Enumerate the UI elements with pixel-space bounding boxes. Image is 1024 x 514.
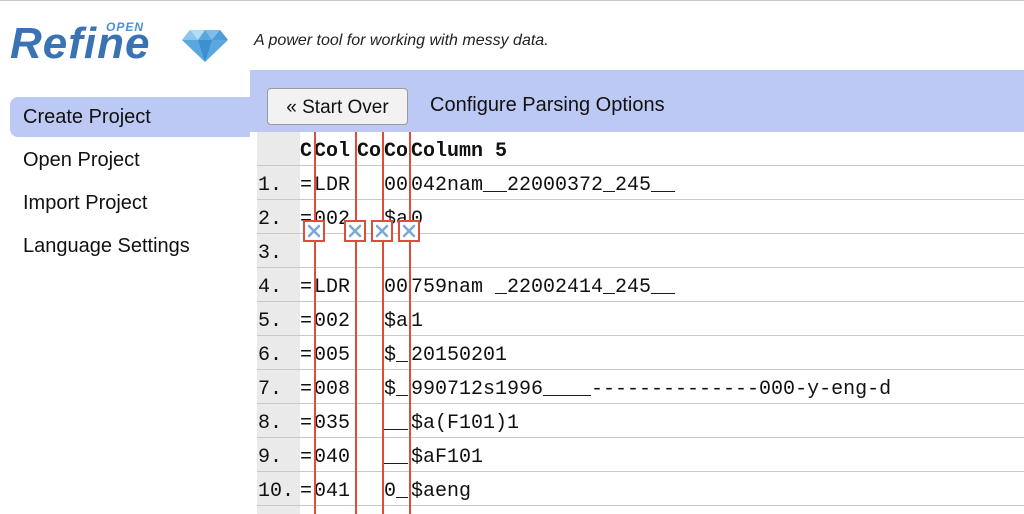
row-number: 10. [258,480,295,503]
menu-language-settings[interactable]: Language Settings [10,226,250,266]
table-cell: 005 [314,344,351,367]
table-row: 6. = 005 $_ 20150201 [257,336,1024,370]
row-number: 2. [258,208,283,231]
table-row: 4. = LDR 00 759nam _22002414_245__ [257,268,1024,302]
table-cell: 00 [384,276,409,299]
table-cell: $a [384,310,409,333]
row-number: 9. [258,446,283,469]
table-cell: LDR [314,276,351,299]
close-icon [402,224,416,238]
table-cell [357,404,384,437]
column-header: Col [314,140,351,163]
table-cell: $aeng [411,480,472,503]
table-cell: $a(F101)1 [411,412,520,435]
column-divider[interactable] [382,132,384,514]
table-cell: 041 [314,480,351,503]
table-cell: 042nam__22000372_245__ [411,174,676,197]
remove-divider-button[interactable] [371,220,393,242]
top-border [0,0,1024,1]
table-row: 7. = 008 $_ 990712s1996____-------------… [257,370,1024,404]
close-icon [348,224,362,238]
table-cell: LDR [314,174,351,197]
table-cell: __ [384,446,409,469]
table-cell [357,370,384,403]
table-cell [357,472,384,505]
column-header: Co [384,140,409,163]
table-cell: 990712s1996____--------------000-y-eng-d [411,378,892,401]
table-cell [357,438,384,471]
table-row: 10. = 041 0_ $aeng [257,472,1024,506]
table-cell: 002 [314,310,351,333]
menu-open-project[interactable]: Open Project [10,140,250,180]
table-row: 5. = 002 $a 1 [257,302,1024,336]
close-icon [375,224,389,238]
table-cell: 035 [314,412,351,435]
row-number: 8. [258,412,283,435]
menu-create-project[interactable]: Create Project [10,97,250,137]
table-cell: 008 [314,378,351,401]
table-cell [357,268,384,301]
row-number: 3. [258,242,283,265]
page-title: Configure Parsing Options [430,94,665,116]
table-cell: $_ [384,378,409,401]
table-cell: = [300,446,313,469]
table-cell [411,234,1024,267]
remove-divider-button[interactable] [303,220,325,242]
table-cell: 759nam _22002414_245__ [411,276,676,299]
table-row: 8. = 035 __ $a(F101)1 [257,404,1024,438]
table-cell: = [300,344,313,367]
table-cell: 0 [411,200,1024,233]
remove-divider-button[interactable] [344,220,366,242]
remove-divider-button[interactable] [398,220,420,242]
openrefine-logo[interactable]: Refine OPEN [10,18,250,72]
table-header-row: C Col Co Co Column 5 [257,132,1024,166]
table-cell: = [300,276,313,299]
table-cell: = [300,174,313,197]
table-cell: 040 [314,446,351,469]
row-number: 6. [258,344,283,367]
table-cell: $aF101 [411,446,484,469]
table-row: 9. = 040 __ $aF101 [257,438,1024,472]
start-over-button[interactable]: « Start Over [267,88,408,125]
row-number: 4. [258,276,283,299]
table-cell: = [300,310,313,333]
table-cell: __ [384,412,409,435]
table-cell: = [300,480,313,503]
menu-import-project[interactable]: Import Project [10,183,250,223]
corner-cell [257,132,301,165]
table-cell [357,302,384,335]
table-cell: 00 [384,174,409,197]
row-number: 7. [258,378,283,401]
table-cell [357,336,384,369]
row-number: 1. [258,174,283,197]
column-header: Co [357,140,382,163]
close-icon [307,224,321,238]
table-row: 1. = LDR 00 042nam__22000372_245__ [257,166,1024,200]
diamond-icon [182,30,228,62]
column-divider[interactable] [314,132,316,514]
table-cell: = [300,412,313,435]
table-cell: 0_ [384,480,409,503]
row-number: 5. [258,310,283,333]
tagline: A power tool for working with messy data… [254,32,549,49]
table-cell: 1 [411,310,424,333]
table-cell [357,166,384,199]
table-cell: $_ [384,344,409,367]
column-divider[interactable] [409,132,411,514]
table-cell: 20150201 [411,344,508,367]
column-divider[interactable] [355,132,357,514]
column-header: C [300,140,313,163]
preview-table: C Col Co Co Column 5 1. = LDR 00 042nam_… [257,132,1024,514]
logo-open-text: OPEN [106,20,145,34]
column-header: Column 5 [411,140,508,163]
table-cell: = [300,378,313,401]
